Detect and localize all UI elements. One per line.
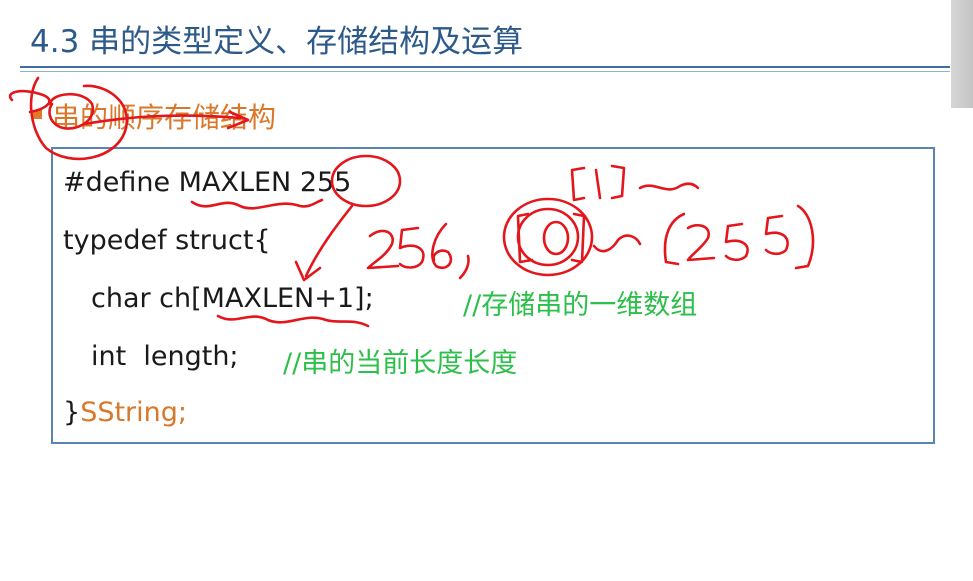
code-line-length: int length; xyxy=(91,341,239,372)
code-line-typedef: typedef struct{ xyxy=(63,225,271,256)
code-line-define: #define MAXLEN 255 xyxy=(63,167,352,198)
code-block: #define MAXLEN 255 typedef struct{ char … xyxy=(51,147,935,444)
title-divider xyxy=(20,66,950,68)
section-heading: 串的顺序存储结构 xyxy=(52,101,277,134)
bullet-square-icon xyxy=(33,110,42,119)
title-divider-thin xyxy=(20,71,950,72)
code-line-char-array: char ch[MAXLEN+1]; xyxy=(91,283,374,314)
page-title: 4.3 串的类型定义、存储结构及运算 xyxy=(30,24,524,60)
type-name-sstring: SString; xyxy=(80,397,188,428)
closing-brace: } xyxy=(63,397,81,428)
code-line-close: }SString; xyxy=(63,397,187,428)
ink-bracket-left xyxy=(8,89,51,114)
window-edge-strip xyxy=(951,0,973,108)
code-comment-array: //存储串的一维数组 xyxy=(463,290,698,321)
code-comment-length: //串的当前长度长度 xyxy=(283,348,518,379)
